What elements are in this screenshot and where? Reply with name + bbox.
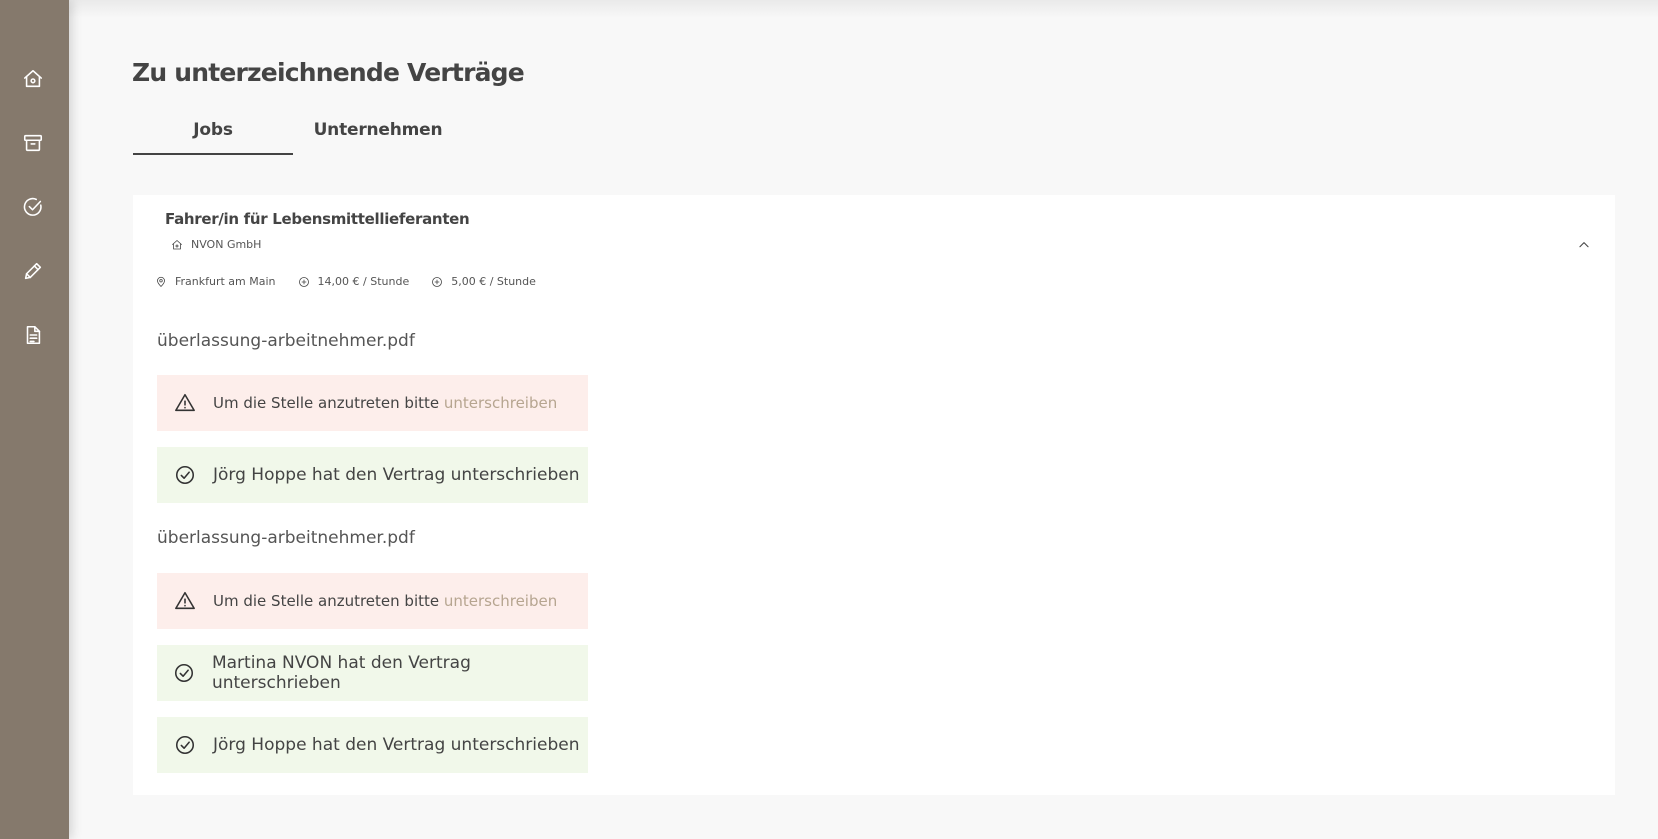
warning-icon xyxy=(173,391,197,415)
document-filename[interactable]: überlassung-arbeitnehmer.pdf xyxy=(157,528,415,548)
location-pin-icon xyxy=(155,276,167,288)
job-meta: Frankfurt am Main 14,00 € / Stunde 5,00 … xyxy=(155,275,558,288)
rate-item-1: 14,00 € / Stunde xyxy=(298,275,410,288)
archive-icon[interactable] xyxy=(20,130,46,156)
location-item: Frankfurt am Main xyxy=(155,275,276,288)
signature-status: Jörg Hoppe hat den Vertrag unterschriebe… xyxy=(157,717,588,773)
check-circle-icon xyxy=(173,661,196,685)
check-circle-icon xyxy=(173,733,197,757)
tab-companies[interactable]: Unternehmen xyxy=(293,110,463,155)
signature-text: Jörg Hoppe hat den Vertrag unterschriebe… xyxy=(213,735,580,755)
building-icon xyxy=(171,239,183,251)
warning-text: Um die Stelle anzutreten bitte unterschr… xyxy=(213,394,557,412)
check-circle-icon xyxy=(173,463,197,487)
plus-circle-icon xyxy=(298,276,310,288)
warning-text: Um die Stelle anzutreten bitte unterschr… xyxy=(213,592,557,610)
sign-warning-banner: Um die Stelle anzutreten bitte unterschr… xyxy=(157,573,588,629)
sign-link[interactable]: unterschreiben xyxy=(444,394,557,412)
page-title: Zu unterzeichnende Verträge xyxy=(132,58,525,87)
signature-status: Martina NVON hat den Vertrag unterschrie… xyxy=(157,645,588,701)
top-shadow xyxy=(69,0,1658,18)
home-icon[interactable] xyxy=(20,66,46,92)
signature-status: Jörg Hoppe hat den Vertrag unterschriebe… xyxy=(157,447,588,503)
company-info: NVON GmbH xyxy=(171,238,261,251)
sign-link[interactable]: unterschreiben xyxy=(444,592,557,610)
warning-message: Um die Stelle anzutreten bitte xyxy=(213,592,444,610)
sign-warning-banner: Um die Stelle anzutreten bitte unterschr… xyxy=(157,375,588,431)
document-filename[interactable]: überlassung-arbeitnehmer.pdf xyxy=(157,331,415,351)
pencil-icon[interactable] xyxy=(20,258,46,284)
warning-message: Um die Stelle anzutreten bitte xyxy=(213,394,444,412)
chevron-up-icon[interactable] xyxy=(1577,237,1597,257)
warning-icon xyxy=(173,589,197,613)
sidebar xyxy=(0,0,69,839)
job-card: Fahrer/in für Lebensmittellieferanten NV… xyxy=(133,195,1615,795)
document-icon[interactable] xyxy=(20,322,46,348)
rate-item-2: 5,00 € / Stunde xyxy=(431,275,536,288)
job-title: Fahrer/in für Lebensmittellieferanten xyxy=(165,210,470,228)
tab-bar: Jobs Unternehmen xyxy=(133,110,463,155)
company-name: NVON GmbH xyxy=(191,238,262,251)
tab-jobs[interactable]: Jobs xyxy=(133,110,293,155)
location-text: Frankfurt am Main xyxy=(175,275,276,288)
rate-text-2: 5,00 € / Stunde xyxy=(451,275,536,288)
check-circle-icon[interactable] xyxy=(20,194,46,220)
signature-text: Martina NVON hat den Vertrag unterschrie… xyxy=(211,653,471,693)
signature-text: Jörg Hoppe hat den Vertrag unterschriebe… xyxy=(213,465,580,485)
plus-circle-icon xyxy=(431,276,443,288)
rate-text-1: 14,00 € / Stunde xyxy=(317,275,410,288)
